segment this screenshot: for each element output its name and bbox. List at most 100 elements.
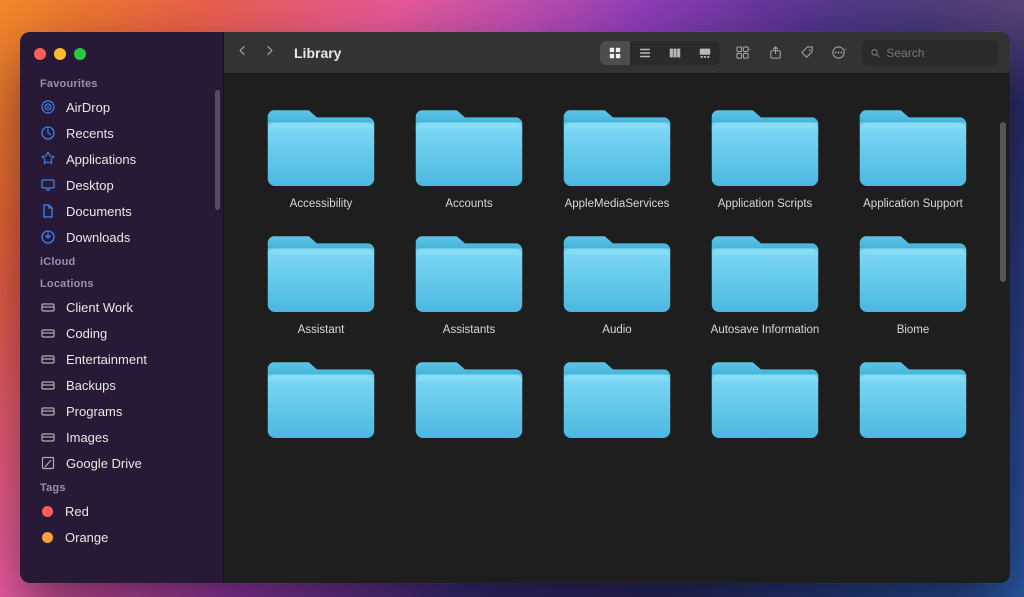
folder-icon bbox=[711, 102, 819, 188]
section-tags-label: Tags bbox=[20, 476, 223, 498]
group-by-button[interactable]: ˇ bbox=[730, 41, 756, 65]
folder-icon bbox=[711, 228, 819, 314]
forward-button[interactable] bbox=[263, 44, 276, 62]
folder-assistant[interactable]: Assistant bbox=[252, 228, 390, 336]
drive-icon bbox=[40, 351, 56, 367]
sidebar-item-backups[interactable]: Backups bbox=[20, 372, 223, 398]
share-button[interactable] bbox=[762, 41, 788, 65]
document-icon bbox=[40, 203, 56, 219]
section-icloud-label: iCloud bbox=[20, 250, 223, 272]
window-controls bbox=[20, 44, 223, 72]
sidebar-item-programs[interactable]: Programs bbox=[20, 398, 223, 424]
sidebar-item-label: Backups bbox=[66, 378, 116, 393]
sidebar-item-label: Applications bbox=[66, 152, 136, 167]
folder-autosave-information[interactable]: Autosave Information bbox=[696, 228, 834, 336]
search-input[interactable] bbox=[886, 46, 990, 60]
view-mode-segment bbox=[600, 41, 720, 65]
maximize-button[interactable] bbox=[74, 48, 86, 60]
finder-window: Favourites AirDrop Recents Applications Des… bbox=[20, 32, 1010, 583]
folder-item[interactable] bbox=[252, 354, 390, 450]
search-field[interactable] bbox=[862, 40, 998, 66]
sidebar-item-label: Google Drive bbox=[66, 456, 142, 471]
folder-icon bbox=[267, 354, 375, 440]
sidebar-item-downloads[interactable]: Downloads bbox=[20, 224, 223, 250]
folder-label: Accessibility bbox=[290, 198, 353, 210]
sidebar-item-label: Programs bbox=[66, 404, 122, 419]
window-title: Library bbox=[294, 45, 341, 61]
drive-icon bbox=[40, 403, 56, 419]
folder-item[interactable] bbox=[400, 354, 538, 450]
view-gallery-button[interactable] bbox=[690, 41, 720, 65]
folder-applemediaservices[interactable]: AppleMediaServices bbox=[548, 102, 686, 210]
sidebar-item-desktop[interactable]: Desktop bbox=[20, 172, 223, 198]
folder-item[interactable] bbox=[548, 354, 686, 450]
sidebar-item-label: Red bbox=[65, 504, 89, 519]
folder-label: Audio bbox=[602, 324, 631, 336]
folder-icon bbox=[267, 102, 375, 188]
section-locations-label: Locations bbox=[20, 272, 223, 294]
sidebar-item-label: Client Work bbox=[66, 300, 133, 315]
sidebar-scrollbar[interactable] bbox=[215, 90, 220, 210]
folder-audio[interactable]: Audio bbox=[548, 228, 686, 336]
close-button[interactable] bbox=[34, 48, 46, 60]
download-icon bbox=[40, 229, 56, 245]
folder-icon bbox=[563, 228, 671, 314]
sidebar-item-label: Coding bbox=[66, 326, 107, 341]
folder-icon bbox=[267, 228, 375, 314]
sidebar-item-label: Downloads bbox=[66, 230, 130, 245]
minimize-button[interactable] bbox=[54, 48, 66, 60]
view-icon-button[interactable] bbox=[600, 41, 630, 65]
sidebar-item-airdrop[interactable]: AirDrop bbox=[20, 94, 223, 120]
drive-icon bbox=[40, 377, 56, 393]
view-list-button[interactable] bbox=[630, 41, 660, 65]
content-scrollbar[interactable] bbox=[1000, 122, 1006, 282]
drive-icon bbox=[40, 299, 56, 315]
desktop-icon bbox=[40, 177, 56, 193]
sidebar-item-recents[interactable]: Recents bbox=[20, 120, 223, 146]
sidebar-item-documents[interactable]: Documents bbox=[20, 198, 223, 224]
folder-label: Application Support bbox=[863, 198, 963, 210]
folder-icon bbox=[415, 102, 523, 188]
airdrop-icon bbox=[40, 99, 56, 115]
sidebar-item-label: Documents bbox=[66, 204, 132, 219]
folder-assistants[interactable]: Assistants bbox=[400, 228, 538, 336]
folder-icon bbox=[415, 228, 523, 314]
gdrive-icon bbox=[40, 455, 56, 471]
section-favourites-label: Favourites bbox=[20, 72, 223, 94]
folder-label: Assistants bbox=[443, 324, 495, 336]
folder-label: Application Scripts bbox=[718, 198, 813, 210]
sidebar-item-images[interactable]: Images bbox=[20, 424, 223, 450]
folder-icon bbox=[711, 354, 819, 440]
folder-icon bbox=[859, 102, 967, 188]
sidebar-item-applications[interactable]: Applications bbox=[20, 146, 223, 172]
search-icon bbox=[870, 47, 880, 59]
folder-accessibility[interactable]: Accessibility bbox=[252, 102, 390, 210]
sidebar-item-client-work[interactable]: Client Work bbox=[20, 294, 223, 320]
folder-icon bbox=[859, 228, 967, 314]
folder-accounts[interactable]: Accounts bbox=[400, 102, 538, 210]
content-area[interactable]: Accessibility AccountsAppleMediaServices A… bbox=[224, 74, 1010, 583]
folder-biome[interactable]: Biome bbox=[844, 228, 982, 336]
folder-application-scripts[interactable]: Application Scripts bbox=[696, 102, 834, 210]
folder-icon bbox=[415, 354, 523, 440]
folder-application-support[interactable]: Application Support bbox=[844, 102, 982, 210]
back-button[interactable] bbox=[236, 44, 249, 62]
sidebar-item-entertainment[interactable]: Entertainment bbox=[20, 346, 223, 372]
sidebar-item-label: AirDrop bbox=[66, 100, 110, 115]
folder-label: Autosave Information bbox=[711, 324, 820, 336]
tag-dot-icon bbox=[42, 506, 53, 517]
folder-item[interactable] bbox=[696, 354, 834, 450]
folder-label: Biome bbox=[897, 324, 930, 336]
sidebar-tag-orange[interactable]: Orange bbox=[20, 524, 223, 550]
sidebar-item-label: Recents bbox=[66, 126, 114, 141]
folder-item[interactable] bbox=[844, 354, 982, 450]
sidebar-item-google-drive[interactable]: Google Drive bbox=[20, 450, 223, 476]
folder-icon bbox=[563, 354, 671, 440]
sidebar-item-coding[interactable]: Coding bbox=[20, 320, 223, 346]
main-area: Library ˇ ˇ Accessibility AccountsAppleMe… bbox=[224, 32, 1010, 583]
tag-button[interactable] bbox=[794, 41, 820, 65]
sidebar-tag-red[interactable]: Red bbox=[20, 498, 223, 524]
action-menu-button[interactable]: ˇ bbox=[826, 41, 852, 65]
folder-icon bbox=[563, 102, 671, 188]
view-column-button[interactable] bbox=[660, 41, 690, 65]
